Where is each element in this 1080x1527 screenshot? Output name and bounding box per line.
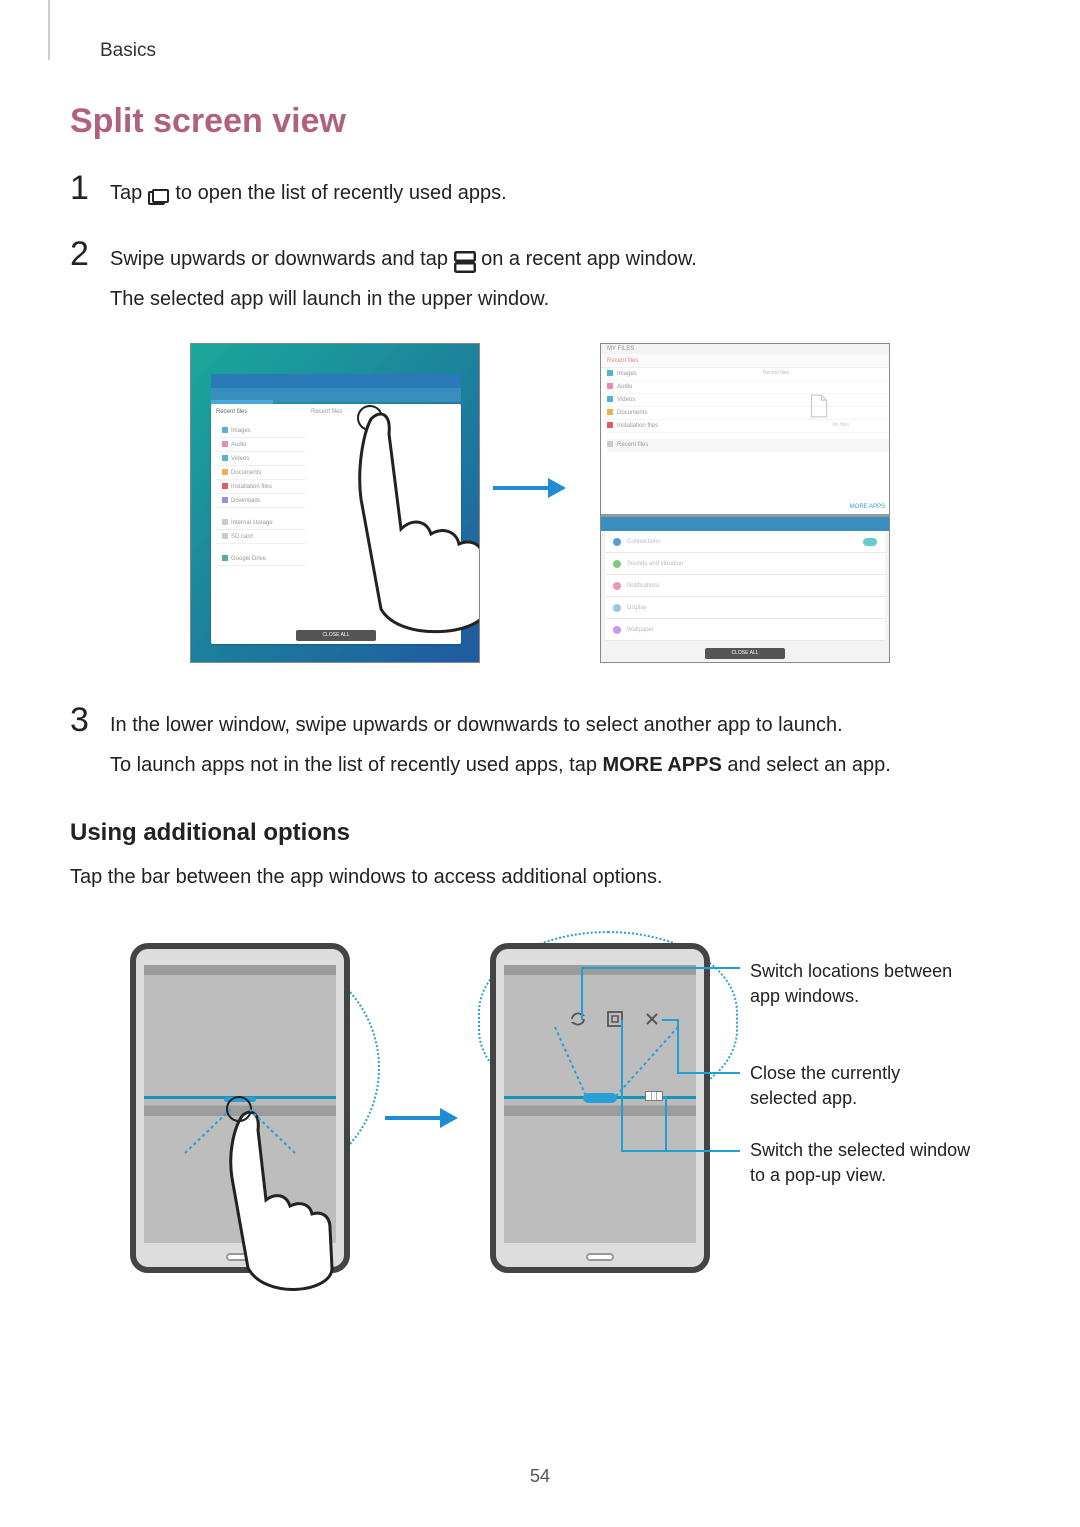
- figure-divider-options: Switch locations between app windows. Cl…: [90, 923, 990, 1363]
- step-number: 3: [70, 703, 110, 737]
- panel-split-result: MY FILES Recent files Images Audio Video…: [600, 343, 890, 663]
- videos-icon: [607, 396, 613, 402]
- panel-recents: Recent files Recent files Images Audio V…: [190, 343, 480, 663]
- videos-icon: [222, 455, 228, 461]
- callout-popup: Switch the selected window to a pop-up v…: [750, 1138, 990, 1188]
- downloads-icon: [222, 497, 228, 503]
- list-item: Wallpaper: [627, 627, 654, 633]
- card-right-header: Recent files: [311, 409, 342, 415]
- apk-icon: [607, 422, 613, 428]
- recents-card-header-1: [211, 374, 461, 388]
- top-hdr: Recent files: [607, 358, 638, 364]
- list-item: Images: [617, 371, 637, 377]
- sound-icon: [613, 560, 621, 568]
- list-item: Videos: [231, 456, 249, 462]
- step1-text-b: to open the list of recently used apps.: [175, 182, 506, 204]
- hand-pointer-icon: [351, 409, 480, 639]
- sub-body: Tap the bar between the app windows to a…: [70, 861, 1010, 893]
- step-body: In the lower window, swipe upwards or do…: [110, 703, 1010, 789]
- callout-close: Close the currently selected app.: [750, 1061, 970, 1111]
- subheading: Using additional options: [70, 819, 1010, 847]
- toggle[interactable]: [863, 538, 877, 546]
- notif-icon: [613, 582, 621, 590]
- list-item: Installation files: [231, 484, 272, 490]
- step3-line1: In the lower window, swipe upwards or do…: [110, 709, 1010, 741]
- step-number: 1: [70, 171, 110, 205]
- apk-icon: [222, 483, 228, 489]
- step-3: 3 In the lower window, swipe upwards or …: [70, 703, 1010, 789]
- empty-label: No files: [832, 422, 849, 428]
- step2-text-a: Swipe upwards or downwards and tap: [110, 248, 454, 270]
- list-item: Documents: [617, 410, 647, 416]
- more-apps-label[interactable]: MORE APPS: [850, 504, 885, 510]
- step1-text-a: Tap: [110, 182, 148, 204]
- list-item: Sounds and vibration: [627, 561, 683, 567]
- top-app-title: MY FILES: [607, 346, 634, 352]
- page-number: 54: [530, 1466, 550, 1487]
- leader-lines: [570, 953, 750, 1173]
- list-item: Display: [627, 605, 647, 611]
- list-item: Google Drive: [231, 556, 266, 562]
- arrow-right-icon: [488, 473, 568, 503]
- header-rule: [48, 0, 50, 60]
- sd-icon: [222, 533, 228, 539]
- empty-doc-icon: [809, 394, 829, 418]
- audio-icon: [222, 441, 228, 447]
- step-2: 2 Swipe upwards or downwards and tap on …: [70, 237, 1010, 323]
- step2-line2: The selected app will launch in the uppe…: [110, 283, 1010, 315]
- page-title: Split screen view: [70, 102, 1010, 141]
- list-item: Installation files: [617, 423, 658, 429]
- display-icon: [613, 604, 621, 612]
- step3-line2-b: and select an app.: [722, 754, 891, 776]
- recents-icon: [148, 185, 170, 203]
- list-item: SD card: [231, 534, 253, 540]
- home-button[interactable]: [586, 1253, 614, 1261]
- top-right-header: Recent files: [763, 370, 883, 376]
- list-item: Images: [231, 428, 251, 434]
- documents-icon: [222, 469, 228, 475]
- arrow-right-icon: [380, 1103, 460, 1133]
- card-left-header: Recent files: [216, 409, 247, 415]
- storage-icon: [607, 441, 613, 447]
- list-item: Audio: [617, 384, 632, 390]
- step-1: 1 Tap to open the list of recently used …: [70, 171, 1010, 217]
- section-label: Basics: [100, 40, 1010, 62]
- bottom-app-settings: Connections Sounds and vibration Notific…: [601, 517, 889, 662]
- step-number: 2: [70, 237, 110, 271]
- images-icon: [607, 370, 613, 376]
- drive-icon: [222, 555, 228, 561]
- step-body: Swipe upwards or downwards and tap on a …: [110, 237, 1010, 323]
- close-all-button[interactable]: CLOSE ALL: [705, 648, 785, 659]
- list-item: Notifications: [627, 583, 660, 589]
- list-item: Recent files: [617, 442, 648, 448]
- step-body: Tap to open the list of recently used ap…: [110, 171, 1010, 217]
- top-file-list: Images Audio Videos Documents Installati…: [601, 368, 889, 452]
- popup-handle-indicator: [645, 1091, 663, 1101]
- step2-text-b: on a recent app window.: [481, 248, 697, 270]
- split-screen-icon: [454, 251, 476, 269]
- step3-line2-a: To launch apps not in the list of recent…: [110, 754, 603, 776]
- images-icon: [222, 427, 228, 433]
- magnifier-wedge-a: [150, 953, 380, 1183]
- list-item: Videos: [617, 397, 635, 403]
- figure-split-screen-demo: Recent files Recent files Images Audio V…: [190, 343, 890, 673]
- wallpaper-icon: [613, 626, 621, 634]
- documents-icon: [607, 409, 613, 415]
- more-apps-bold: MORE APPS: [603, 754, 722, 776]
- top-app-myfiles: MY FILES Recent files Images Audio Video…: [601, 344, 889, 514]
- list-item: Audio: [231, 442, 246, 448]
- callout-swap: Switch locations between app windows.: [750, 959, 970, 1009]
- list-item: Documents: [231, 470, 261, 476]
- file-category-list: Images Audio Videos Documents Installati…: [216, 424, 306, 566]
- audio-icon: [607, 383, 613, 389]
- connections-icon: [613, 538, 621, 546]
- list-item: Downloads: [231, 498, 261, 504]
- list-item: Internal storage: [231, 520, 273, 526]
- bottom-app-header: [601, 517, 889, 531]
- storage-icon: [222, 519, 228, 525]
- list-item: Connections: [627, 539, 660, 545]
